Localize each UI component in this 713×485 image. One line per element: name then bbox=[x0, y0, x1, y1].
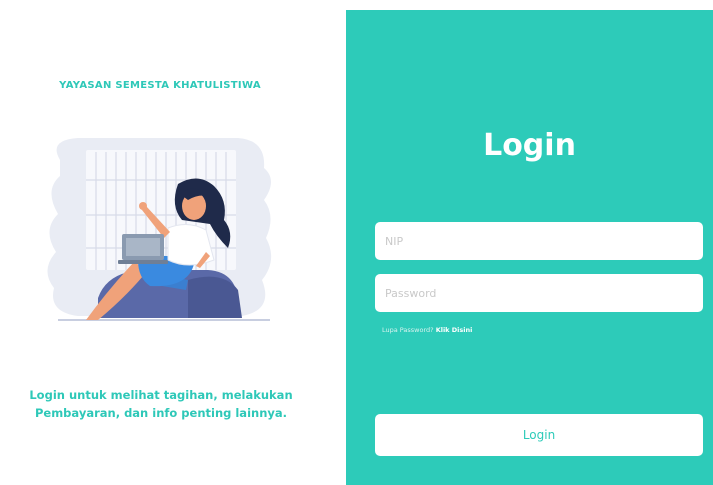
woman-with-laptop-illustration bbox=[47, 138, 272, 321]
forgot-password-text: Lupa Password? bbox=[382, 326, 436, 334]
login-title: Login bbox=[483, 128, 576, 163]
org-name: YAYASAN SEMESTA KHATULISTIWA bbox=[59, 80, 261, 91]
forgot-password-row: Lupa Password? Klik Disini bbox=[382, 326, 472, 334]
tagline-line-1: Login untuk melihat tagihan, melakukan bbox=[29, 388, 293, 402]
left-panel: YAYASAN SEMESTA KHATULISTIWA Login untuk… bbox=[0, 0, 346, 485]
login-panel: Login Lupa Password? Klik Disini Login bbox=[346, 10, 713, 485]
tagline: Login untuk melihat tagihan, melakukan P… bbox=[0, 386, 322, 422]
nip-input[interactable] bbox=[375, 222, 703, 260]
login-button[interactable]: Login bbox=[375, 414, 703, 456]
forgot-password-link[interactable]: Klik Disini bbox=[436, 326, 473, 334]
tagline-line-2: Pembayaran, dan info penting lainnya. bbox=[34, 406, 288, 420]
password-input[interactable] bbox=[375, 274, 703, 312]
